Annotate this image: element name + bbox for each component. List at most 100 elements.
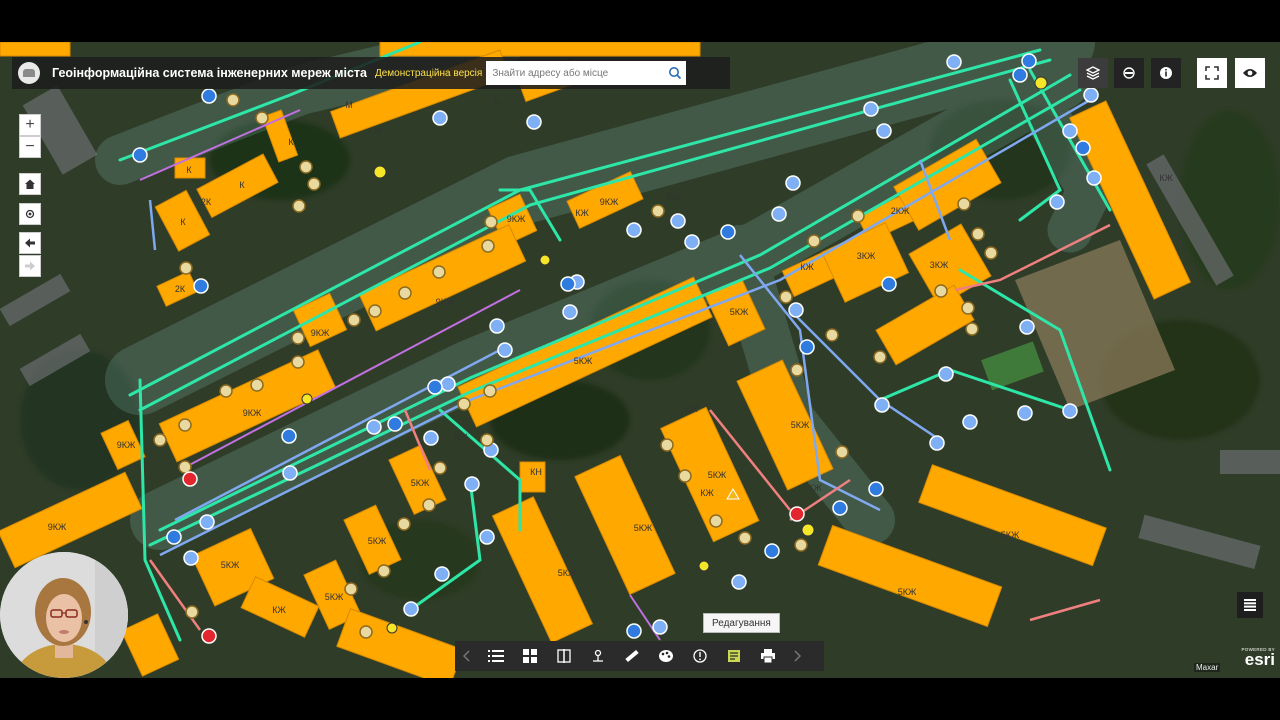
fullscreen-icon — [1205, 66, 1219, 80]
app-subtitle: Демонстраційна версія — [374, 67, 483, 79]
swipe-icon — [557, 649, 571, 663]
building-label: КЖ — [1159, 173, 1173, 183]
building-label: 3КЖ — [857, 251, 876, 261]
basemap-icon — [1123, 67, 1135, 79]
zoom-out-button[interactable]: − — [19, 136, 41, 158]
measure-point-icon — [593, 649, 603, 662]
map-canvas[interactable]: К К 2К К К М М М 2К 9КЖ 9КЖ 9КЖ 9КЖ 9КЖ … — [0, 42, 1280, 678]
print-button[interactable] — [751, 641, 785, 671]
home-icon — [25, 179, 35, 189]
building-label: 5КЖ — [325, 592, 344, 602]
building-label: 5КЖ — [634, 523, 653, 533]
grid-icon — [523, 649, 537, 663]
building-label: КЖ — [700, 488, 714, 498]
app-logo — [18, 62, 40, 84]
search-box — [486, 61, 687, 85]
edit-tooltip: Редагування — [703, 613, 780, 633]
layers-icon — [1086, 66, 1100, 80]
building-label: 9КЖ — [600, 197, 619, 207]
building-label: 2К — [175, 284, 186, 294]
edit-icon — [728, 650, 740, 662]
building-label: М — [493, 98, 501, 108]
visibility-button[interactable] — [1235, 58, 1265, 88]
about-icon — [693, 649, 707, 663]
building-label: 5КЖ — [558, 568, 577, 578]
building-label: КН — [530, 467, 542, 477]
home-button[interactable] — [19, 173, 41, 195]
forward-button[interactable] — [19, 255, 41, 277]
toolbar-next-button[interactable] — [785, 641, 809, 671]
measure-button[interactable] — [615, 641, 649, 671]
building-label: К — [239, 180, 245, 190]
building-label: К — [186, 165, 192, 175]
building-label: 9КЖ — [243, 408, 262, 418]
edit-button[interactable] — [717, 641, 751, 671]
gallery-button[interactable] — [513, 641, 547, 671]
building-label: 9КЖ — [117, 440, 136, 450]
info-button[interactable] — [1151, 58, 1181, 88]
building-label: 9КЖ — [48, 522, 67, 532]
list-icon — [488, 650, 504, 662]
app-header: Геоінформаційна система інженерних мереж… — [12, 57, 730, 89]
locate-icon — [25, 209, 35, 219]
back-button[interactable] — [19, 232, 41, 254]
map-frame[interactable]: К К 2К К К М М М 2К 9КЖ 9КЖ 9КЖ 9КЖ 9КЖ … — [0, 42, 1280, 678]
building-label: М — [374, 126, 382, 136]
building-label: 5КЖ — [368, 536, 387, 546]
building-label: 9КЖ — [436, 297, 455, 307]
info-icon — [1160, 67, 1172, 79]
building-label: 5КЖ — [898, 587, 917, 597]
print-icon — [761, 649, 775, 663]
chevron-right-icon — [794, 650, 801, 662]
palette-icon — [659, 650, 673, 662]
building-label: 2КЖ — [891, 206, 910, 216]
eye-icon — [1243, 69, 1257, 77]
building-label: КЖ — [684, 404, 698, 414]
toolbar-prev-button[interactable] — [455, 641, 479, 671]
about-button[interactable] — [683, 641, 717, 671]
building-label: 5КЖ — [708, 470, 727, 480]
imagery-attribution[interactable]: Maxar — [1194, 663, 1221, 672]
legend-button[interactable] — [479, 641, 513, 671]
search-input[interactable] — [486, 62, 664, 84]
building-label: 9КЖ — [311, 328, 330, 338]
building-label: КЖ — [666, 192, 680, 202]
building-label: 5КЖ — [730, 307, 749, 317]
building-label: 5КЖ — [791, 420, 810, 430]
layers-button[interactable] — [1078, 58, 1108, 88]
presenter-video — [0, 552, 128, 678]
building-label: М — [345, 100, 353, 110]
esri-logo[interactable]: POWERED BY esri — [1229, 647, 1275, 668]
building-label: 9КЖ — [507, 214, 526, 224]
building-label: 5КЖ — [1001, 530, 1020, 540]
measure-icon — [625, 649, 639, 663]
building-label: К — [288, 137, 294, 147]
back-arrow-icon — [25, 238, 35, 248]
building-label: 5КЖ — [411, 478, 430, 488]
building-label: КЖ — [800, 262, 814, 272]
app-title: Геоінформаційна система інженерних мереж… — [52, 66, 367, 80]
building-label: КЖ — [272, 605, 286, 615]
attribute-table-button[interactable] — [1237, 592, 1263, 618]
building-label: КЖ — [575, 208, 589, 218]
building-label: 5КЖ — [574, 356, 593, 366]
building-label: КЖ — [808, 483, 822, 493]
swipe-button[interactable] — [547, 641, 581, 671]
table-icon — [1244, 599, 1256, 611]
basemap-button[interactable] — [1114, 58, 1144, 88]
building-label: 5КЖ — [221, 560, 240, 570]
zoom-in-button[interactable]: + — [19, 114, 41, 136]
chevron-left-icon — [463, 650, 470, 662]
bottom-toolbar — [455, 641, 824, 671]
building-label: 3КЖ — [930, 260, 949, 270]
esri-wordmark: esri — [1244, 650, 1275, 669]
search-icon[interactable] — [663, 61, 686, 85]
coordinates-button[interactable] — [581, 641, 615, 671]
styles-button[interactable] — [649, 641, 683, 671]
building-label: К — [180, 217, 186, 227]
building-label: КЖ — [454, 432, 468, 442]
building-label: 2К — [201, 197, 212, 207]
forward-arrow-icon — [25, 261, 35, 271]
fullscreen-button[interactable] — [1197, 58, 1227, 88]
locate-button[interactable] — [19, 203, 41, 225]
